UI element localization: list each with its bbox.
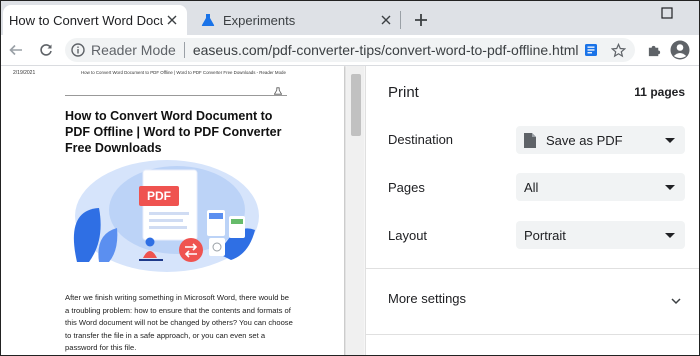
- omnibox[interactable]: Reader Mode easeus.com/pdf-converter-tip…: [65, 38, 635, 62]
- chevron-down-icon: [665, 184, 675, 190]
- page-count: 11 pages: [634, 85, 685, 99]
- print-preview: 2/19/2021 How to Convert Word Document t…: [1, 66, 366, 355]
- pages-label: Pages: [388, 180, 425, 195]
- pdf-illustration: PDF: [73, 160, 259, 272]
- toolbar: Reader Mode easeus.com/pdf-converter-tip…: [1, 35, 699, 66]
- pdf-label: PDF: [147, 189, 171, 203]
- more-settings-button[interactable]: More settings: [388, 291, 466, 306]
- bookmark-star-icon[interactable]: [609, 41, 627, 59]
- reader-flask-icon: [273, 82, 283, 100]
- destination-value: Save as PDF: [546, 132, 623, 148]
- pages-select[interactable]: All: [516, 173, 685, 201]
- back-button[interactable]: [5, 39, 27, 61]
- preview-scroll-thumb[interactable]: [351, 74, 361, 136]
- print-settings-panel: Print 11 pages Destination Save as PDF P…: [366, 66, 699, 355]
- pages-value: All: [524, 179, 539, 195]
- maximize-button[interactable]: [661, 7, 673, 19]
- new-tab-button[interactable]: [410, 9, 432, 31]
- extensions-puzzle-icon[interactable]: [643, 39, 665, 61]
- page-date: 2/19/2021: [13, 70, 36, 76]
- flask-icon: [201, 13, 215, 27]
- profile-avatar-icon[interactable]: [669, 39, 691, 61]
- chevron-down-icon: [665, 232, 675, 238]
- reader-mode-icon[interactable]: [582, 41, 600, 59]
- reader-mode-label: Reader Mode: [91, 42, 176, 58]
- reload-button[interactable]: [35, 39, 57, 61]
- preview-page: 2/19/2021 How to Convert Word Document t…: [1, 66, 344, 355]
- chevron-down-icon: [665, 137, 675, 143]
- tab-separator: [400, 11, 401, 29]
- destination-select[interactable]: Save as PDF: [516, 126, 685, 154]
- layout-select[interactable]: Portrait: [516, 221, 685, 249]
- close-tab-icon[interactable]: [377, 11, 395, 29]
- tab-title: Experiments: [223, 12, 296, 28]
- settings-divider: [366, 268, 699, 269]
- article-title: How to Convert Word Document to PDF Offl…: [65, 109, 282, 155]
- tab-strip: How to Convert Word Document Experiments: [1, 1, 699, 35]
- browser-window: How to Convert Word Document Experiments: [0, 0, 700, 356]
- layout-label: Layout: [388, 228, 428, 243]
- article-body: After we finish writing something in Mic…: [65, 293, 293, 353]
- chevron-down-icon[interactable]: [671, 292, 681, 310]
- tab-experiments[interactable]: Experiments: [191, 5, 401, 35]
- close-tab-icon[interactable]: [163, 11, 181, 29]
- page-header: How to Convert Word Document to PDF Offl…: [81, 70, 286, 75]
- tab-title: How to Convert Word Document: [9, 12, 163, 28]
- omnibox-separator: [183, 42, 185, 58]
- layout-value: Portrait: [524, 227, 566, 243]
- destination-label: Destination: [388, 132, 454, 147]
- settings-divider-bottom: [366, 334, 699, 335]
- tab-active[interactable]: How to Convert Word Document: [3, 5, 187, 35]
- url-text[interactable]: easeus.com/pdf-converter-tips/convert-wo…: [193, 42, 579, 58]
- page-rule: [65, 95, 287, 96]
- info-icon[interactable]: [71, 43, 85, 57]
- print-title: Print: [388, 84, 419, 101]
- file-icon: [524, 132, 536, 148]
- print-dialog: 2/19/2021 How to Convert Word Document t…: [1, 66, 699, 355]
